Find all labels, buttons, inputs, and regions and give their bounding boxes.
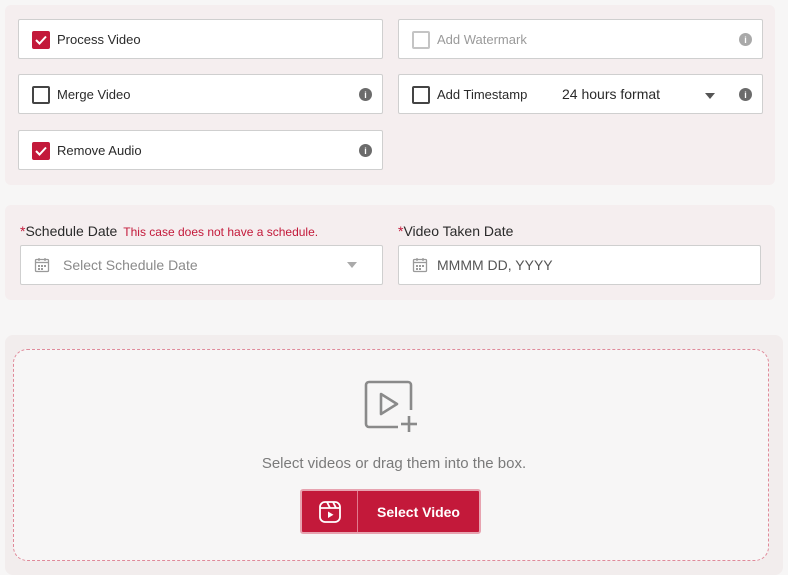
remove-audio-option[interactable]: Remove Audio i bbox=[18, 130, 383, 170]
video-reel-icon bbox=[318, 500, 341, 523]
add-watermark-checkbox[interactable] bbox=[412, 31, 430, 49]
info-icon[interactable]: i bbox=[359, 144, 372, 157]
schedule-date-placeholder: Select Schedule Date bbox=[63, 257, 198, 273]
info-icon[interactable]: i bbox=[739, 33, 752, 46]
add-watermark-option[interactable]: Add Watermark i bbox=[398, 19, 763, 59]
select-video-label: Select Video bbox=[376, 503, 460, 520]
process-video-checkbox[interactable] bbox=[32, 31, 50, 49]
schedule-note: This case does not have a schedule. bbox=[123, 225, 319, 239]
add-timestamp-label: Add Timestamp bbox=[437, 87, 528, 102]
chevron-down-icon[interactable] bbox=[705, 93, 715, 99]
chevron-down-icon[interactable] bbox=[347, 262, 357, 268]
schedule-date-input[interactable]: Select Schedule Date bbox=[20, 245, 383, 285]
dropzone-instruction: Select videos or drag them into the box. bbox=[261, 455, 527, 472]
merge-video-option[interactable]: Merge Video i bbox=[18, 74, 383, 114]
merge-video-checkbox[interactable] bbox=[32, 86, 50, 104]
check-icon bbox=[35, 35, 47, 45]
process-video-label: Process Video bbox=[57, 32, 141, 47]
info-icon[interactable]: i bbox=[739, 88, 752, 101]
video-add-icon bbox=[364, 380, 417, 432]
process-video-option[interactable]: Process Video bbox=[18, 19, 383, 59]
timestamp-format-select[interactable]: 24 hours format bbox=[562, 86, 660, 102]
video-taken-date-input[interactable]: MMMM DD, YYYY bbox=[398, 245, 761, 285]
info-icon[interactable]: i bbox=[359, 88, 372, 101]
video-reel-icon-wrap bbox=[302, 491, 358, 532]
remove-audio-checkbox[interactable] bbox=[32, 142, 50, 160]
calendar-icon bbox=[412, 258, 428, 273]
schedule-date-label: *Schedule Date This case does not have a … bbox=[20, 223, 319, 239]
check-icon bbox=[35, 146, 47, 156]
select-video-button[interactable]: Select Video bbox=[300, 489, 481, 534]
video-taken-date-label: *Video Taken Date bbox=[398, 223, 514, 239]
add-timestamp-checkbox[interactable] bbox=[412, 86, 430, 104]
remove-audio-label: Remove Audio bbox=[57, 143, 142, 158]
merge-video-label: Merge Video bbox=[57, 87, 131, 102]
add-timestamp-option[interactable]: Add Timestamp 24 hours format i bbox=[398, 74, 763, 114]
add-watermark-label: Add Watermark bbox=[437, 32, 527, 47]
calendar-icon bbox=[34, 258, 50, 273]
video-taken-date-placeholder: MMMM DD, YYYY bbox=[437, 257, 553, 273]
